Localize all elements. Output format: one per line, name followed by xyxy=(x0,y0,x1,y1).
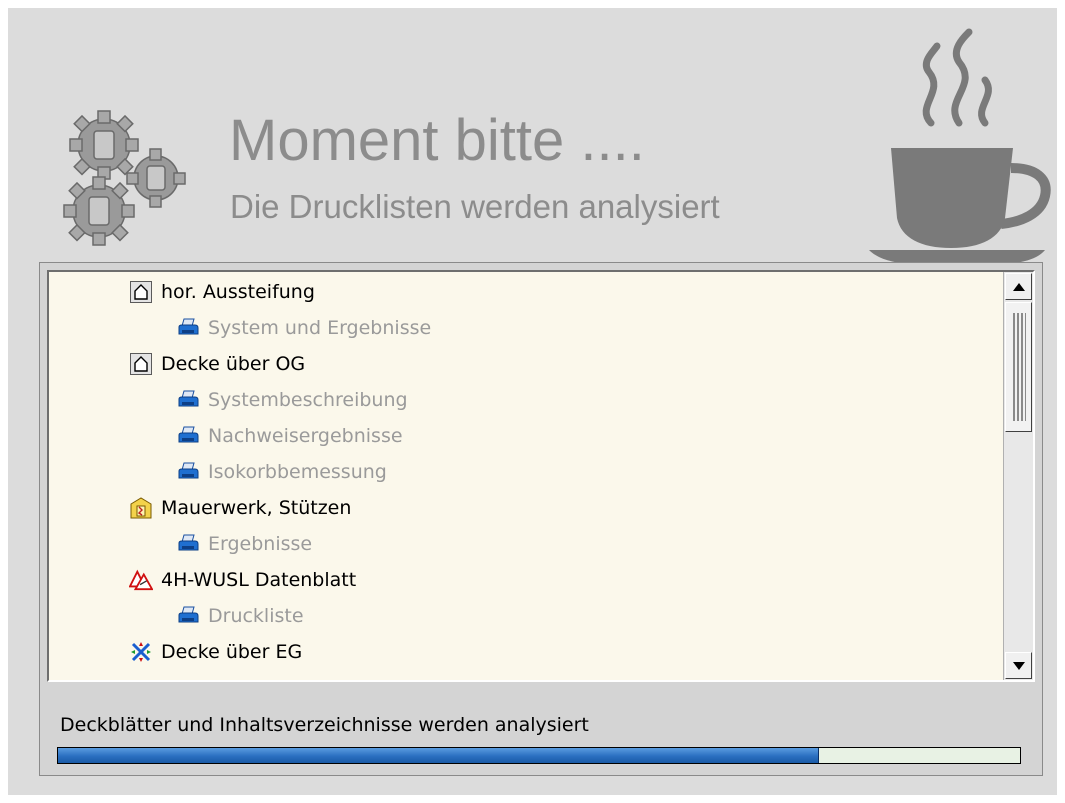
scrollbar-thumb[interactable] xyxy=(1005,302,1032,432)
status-text: Deckblätter und Inhaltsverzeichnisse wer… xyxy=(60,714,589,736)
printer-icon xyxy=(176,532,200,556)
tree-item-label: System und Ergebnisse xyxy=(208,316,432,339)
masonry-icon xyxy=(129,496,153,520)
progress-bar xyxy=(57,747,1021,764)
tree-item-label: Ergebnisse xyxy=(208,532,313,555)
house-icon xyxy=(129,352,153,376)
dialog-title: Moment bitte .... xyxy=(229,108,645,173)
printer-icon xyxy=(176,388,200,412)
tree-group-item[interactable]: Decke über EG xyxy=(129,638,302,666)
tree-item-label: 4H-WUSL Datenblatt xyxy=(161,568,357,591)
print-list-tree-frame: hor. Aussteifung System und Ergebnisse Dec… xyxy=(47,270,1035,682)
tree-print-item[interactable]: Systembeschreibung xyxy=(176,386,408,414)
tree-print-item[interactable]: System und Ergebnisse xyxy=(176,314,431,342)
tree-item-label: Druckliste xyxy=(208,604,304,627)
tree-item-label: Decke über EG xyxy=(161,640,303,663)
tree-group-item[interactable]: hor. Aussteifung xyxy=(129,278,315,306)
arrows-cross-icon xyxy=(129,640,153,664)
printer-icon xyxy=(176,316,200,340)
analysis-panel: hor. Aussteifung System und Ergebnisse Dec… xyxy=(39,262,1043,776)
scroll-up-button[interactable] xyxy=(1005,273,1032,300)
progress-bar-fill xyxy=(58,748,819,763)
gears-icon xyxy=(63,110,186,246)
tree-item-label: Isokorbbemessung xyxy=(208,460,387,483)
printer-icon xyxy=(176,460,200,484)
tree-print-item[interactable]: Ergebnisse xyxy=(176,530,312,558)
tree-print-item[interactable]: Nachweisergebnisse xyxy=(176,422,403,450)
arrow-down-icon xyxy=(1012,661,1025,670)
tree-item-label: Mauerwerk, Stützen xyxy=(161,496,352,519)
warning-triangle-icon xyxy=(129,568,153,592)
progress-dialog: Moment bitte .... Die Drucklisten werden… xyxy=(8,8,1057,795)
scroll-down-button[interactable] xyxy=(1005,652,1032,679)
tree-item-label: Decke über OG xyxy=(161,352,306,375)
tree-group-item[interactable]: 4H-WUSL Datenblatt xyxy=(129,566,356,594)
tree-print-item[interactable]: Druckliste xyxy=(176,602,304,630)
arrow-up-icon xyxy=(1012,282,1025,291)
coffee-cup-icon xyxy=(869,28,1051,266)
printer-icon xyxy=(176,424,200,448)
tree-print-item[interactable]: Isokorbbemessung xyxy=(176,458,387,486)
print-list-tree: hor. Aussteifung System und Ergebnisse Dec… xyxy=(49,272,1003,680)
tree-group-item[interactable]: Mauerwerk, Stützen xyxy=(129,494,351,522)
tree-item-label: Systembeschreibung xyxy=(208,388,408,411)
vertical-scrollbar[interactable] xyxy=(1003,272,1033,680)
tree-group-item[interactable]: Decke über OG xyxy=(129,350,305,378)
tree-item-label: hor. Aussteifung xyxy=(161,280,315,303)
house-icon xyxy=(129,280,153,304)
printer-icon xyxy=(176,604,200,628)
tree-item-label: Nachweisergebnisse xyxy=(208,424,403,447)
dialog-subtitle: Die Drucklisten werden analysiert xyxy=(230,188,720,225)
